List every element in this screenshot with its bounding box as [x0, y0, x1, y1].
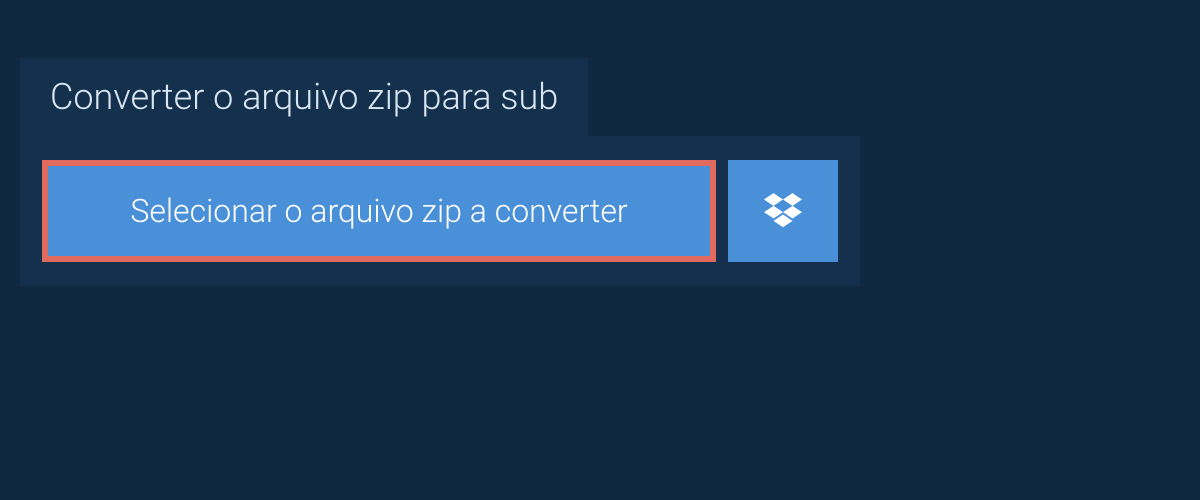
tab-header: Converter o arquivo zip para sub: [20, 58, 588, 136]
select-file-highlight: Selecionar o arquivo zip a converter: [42, 160, 716, 262]
tab-label: Converter o arquivo zip para sub: [50, 76, 558, 118]
file-select-panel: Selecionar o arquivo zip a converter: [20, 136, 860, 286]
select-file-button[interactable]: Selecionar o arquivo zip a converter: [48, 166, 710, 256]
select-file-label: Selecionar o arquivo zip a converter: [130, 192, 627, 230]
dropbox-icon: [764, 190, 802, 232]
dropbox-button[interactable]: [728, 160, 838, 262]
